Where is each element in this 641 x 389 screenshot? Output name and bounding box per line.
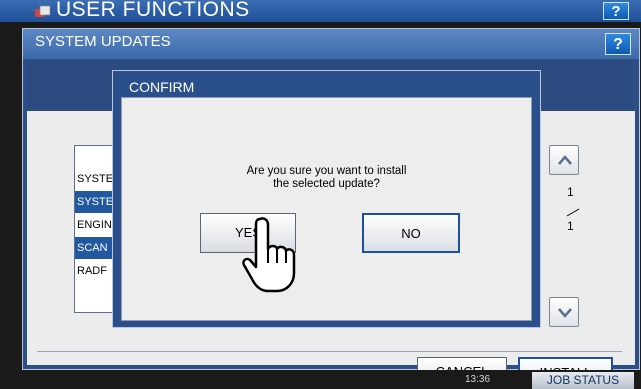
user-functions-icon xyxy=(35,5,51,17)
page-divider xyxy=(566,208,580,217)
chevron-down-icon xyxy=(558,308,572,318)
pointing-hand-icon xyxy=(242,217,296,293)
user-functions-title-bar: USER FUNCTIONS ? xyxy=(0,0,641,22)
chevron-up-icon xyxy=(558,155,572,165)
page-current: 1 xyxy=(567,185,574,199)
job-status-button[interactable]: JOB STATUS xyxy=(532,372,634,389)
no-button[interactable]: NO xyxy=(362,213,460,253)
help-button[interactable]: ? xyxy=(605,33,631,55)
divider xyxy=(37,351,622,352)
confirm-message-line1: Are you sure you want to install xyxy=(246,165,407,177)
clock-time: 13:36 xyxy=(465,374,491,385)
confirm-title: CONFIRM xyxy=(129,79,195,95)
confirm-message-line2: the selected update? xyxy=(273,178,380,190)
confirm-message: Are you sure you want to install the sel… xyxy=(122,165,531,191)
confirm-dialog: CONFIRM Are you sure you want to install… xyxy=(112,70,541,328)
app-title: USER FUNCTIONS xyxy=(56,0,250,21)
app-help-button[interactable]: ? xyxy=(603,2,629,20)
system-updates-title-bar: SYSTEM UPDATES ? xyxy=(23,29,639,59)
scroll-up-button[interactable] xyxy=(549,145,579,175)
confirm-body: Are you sure you want to install the sel… xyxy=(121,97,532,321)
page-total: 1 xyxy=(567,219,574,233)
window-title: SYSTEM UPDATES xyxy=(35,33,171,50)
scroll-down-button[interactable] xyxy=(549,297,579,327)
